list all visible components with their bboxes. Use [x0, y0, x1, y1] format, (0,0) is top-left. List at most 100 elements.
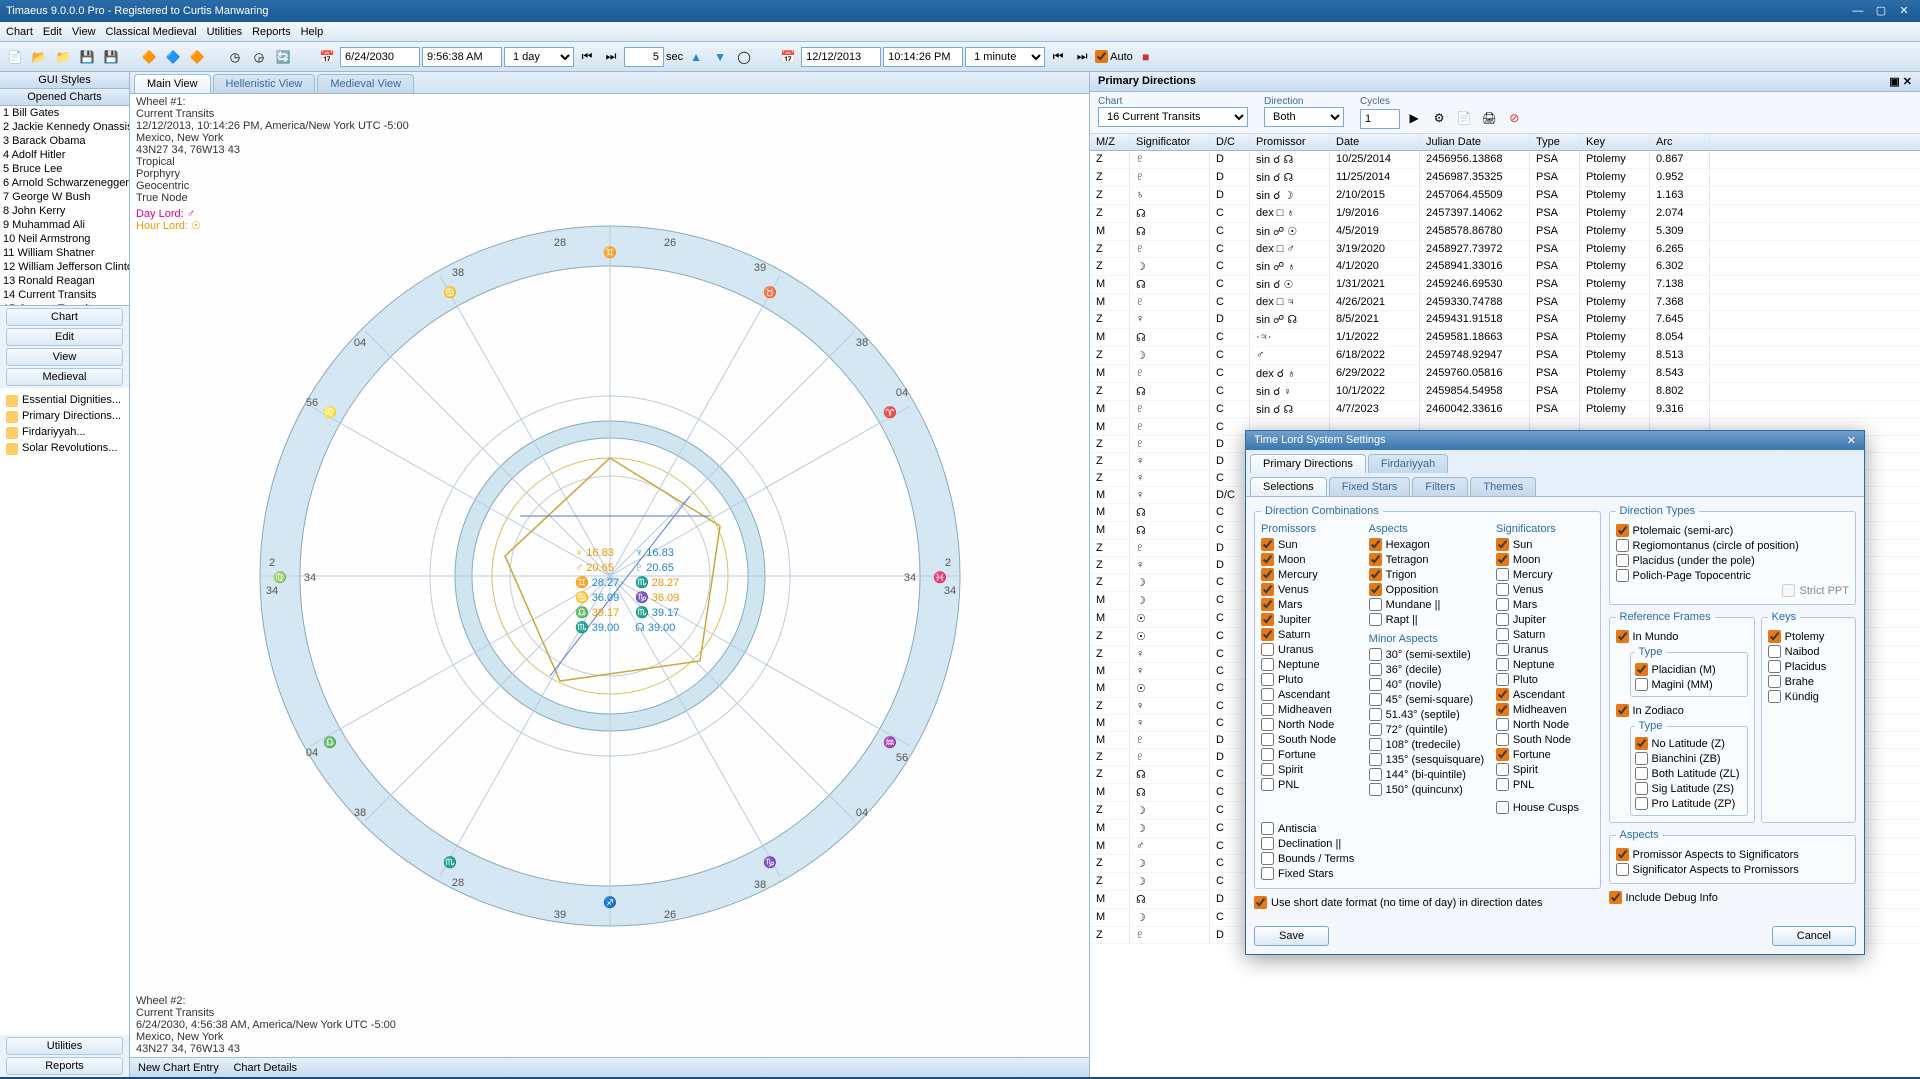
tree-item[interactable]: Primary Directions...	[4, 408, 125, 424]
short-date-checkbox[interactable]: Use short date format (no time of day) i…	[1254, 895, 1601, 910]
chk-fortune[interactable]: Fortune	[1261, 747, 1359, 762]
table-row[interactable]: Z☽Csin ☍ ♁4/1/20202458941.33016PSAPtolem…	[1090, 258, 1920, 276]
list-item[interactable]: 6 Arnold Schwarzenegger	[0, 176, 129, 190]
sidebar-btn-utilities[interactable]: Utilities	[6, 1037, 123, 1055]
chk-51-43---septile-[interactable]: 51.43° (septile)	[1369, 707, 1486, 722]
chk-south-node[interactable]: South Node	[1261, 732, 1359, 747]
chk-both-latitude--zl-[interactable]: Both Latitude (ZL)	[1635, 766, 1743, 781]
chk-bounds---terms[interactable]: Bounds / Terms	[1261, 851, 1594, 866]
sec-input[interactable]	[624, 47, 664, 67]
auto-checkbox[interactable]	[1095, 50, 1108, 63]
chk-pnl[interactable]: PNL	[1261, 777, 1359, 792]
pd-direction-select[interactable]: Both	[1264, 107, 1344, 127]
dlg-tab-primary-directions[interactable]: Primary Directions	[1250, 454, 1366, 473]
table-row[interactable]: M☊Csin ☌ ☉1/31/20212459246.69530PSAPtole…	[1090, 276, 1920, 294]
chk-bianchini--zb-[interactable]: Bianchini (ZB)	[1635, 751, 1743, 766]
chk-rapt---[interactable]: Rapt ||	[1369, 612, 1486, 627]
open-icon[interactable]: 📂	[28, 46, 50, 68]
chk-108---tredecile-[interactable]: 108° (tredecile)	[1369, 737, 1486, 752]
save-icon[interactable]: 💾	[76, 46, 98, 68]
list-item[interactable]: 5 Bruce Lee	[0, 162, 129, 176]
chk-30---semi-sextile-[interactable]: 30° (semi-sextile)	[1369, 647, 1486, 662]
chk-150---quincunx-[interactable]: 150° (quincunx)	[1369, 782, 1486, 797]
chk-midheaven[interactable]: Midheaven	[1261, 702, 1359, 717]
chk-placidian--m-[interactable]: Placidian (M)	[1635, 662, 1743, 677]
list-item[interactable]: 2 Jackie Kennedy Onassis	[0, 120, 129, 134]
table-row[interactable]: Z☊Csin ☌ ♀10/1/20222459854.54958PSAPtole…	[1090, 383, 1920, 401]
sidebar-btn-reports[interactable]: Reports	[6, 1057, 123, 1075]
col-header[interactable]: Date	[1330, 134, 1420, 150]
chk-spirit[interactable]: Spirit	[1496, 762, 1594, 777]
chk-moon[interactable]: Moon	[1496, 552, 1594, 567]
chk-north-node[interactable]: North Node	[1261, 717, 1359, 732]
export-pdf-icon[interactable]: 📄	[1453, 107, 1475, 129]
chk-significator-aspects-to-promissors[interactable]: Significator Aspects to Promissors	[1616, 862, 1850, 877]
chk-hexagon[interactable]: Hexagon	[1369, 537, 1486, 552]
col-header[interactable]: D/C	[1210, 134, 1250, 150]
add-chart-icon[interactable]: 🔶	[138, 46, 160, 68]
saveas-icon[interactable]: 💾	[100, 46, 122, 68]
chk-saturn[interactable]: Saturn	[1496, 627, 1594, 642]
edit-chart-icon[interactable]: 🔷	[162, 46, 184, 68]
chk-uranus[interactable]: Uranus	[1496, 642, 1594, 657]
folder-icon[interactable]: 📁	[52, 46, 74, 68]
chk-36---decile-[interactable]: 36° (decile)	[1369, 662, 1486, 677]
chk-magini--mm-[interactable]: Magini (MM)	[1635, 677, 1743, 692]
chart-tool-icon[interactable]: 🔶	[186, 46, 208, 68]
chk-trigon[interactable]: Trigon	[1369, 567, 1486, 582]
chk-pluto[interactable]: Pluto	[1261, 672, 1359, 687]
record-icon[interactable]: ◯	[733, 46, 755, 68]
calendar-icon[interactable]: 📅	[316, 46, 338, 68]
chk-uranus[interactable]: Uranus	[1261, 642, 1359, 657]
table-row[interactable]: Z♄Dsin ☌ ☽2/10/20152457064.45509PSAPtole…	[1090, 187, 1920, 205]
chk-saturn[interactable]: Saturn	[1261, 627, 1359, 642]
list-item[interactable]: 12 William Jefferson Clinton	[0, 260, 129, 274]
chk-neptune[interactable]: Neptune	[1496, 657, 1594, 672]
print-icon[interactable]: 🖨	[1478, 107, 1500, 129]
date2-input[interactable]	[801, 47, 881, 67]
table-row[interactable]: M♇Cdex ☌ ♁6/29/20222459760.05816PSAPtole…	[1090, 365, 1920, 383]
close-icon[interactable]: ✕	[1894, 0, 1914, 22]
sidebar-btn-edit[interactable]: Edit	[6, 328, 123, 346]
step-back2-icon[interactable]: ⏮	[1047, 46, 1069, 68]
chk-placidus[interactable]: Placidus	[1768, 659, 1849, 674]
run-icon[interactable]: ▶	[1403, 107, 1425, 129]
chk-brahe[interactable]: Brahe	[1768, 674, 1849, 689]
table-row[interactable]: Z☊Cdex □ ♁1/9/20162457397.14062PSAPtolem…	[1090, 205, 1920, 223]
step1-select[interactable]: 1 day	[504, 47, 574, 67]
step-back-icon[interactable]: ⏮	[576, 46, 598, 68]
status-chart-details[interactable]: Chart Details	[233, 1062, 297, 1074]
chk-pro-latitude--zp-[interactable]: Pro Latitude (ZP)	[1635, 796, 1743, 811]
chk-72---quintile-[interactable]: 72° (quintile)	[1369, 722, 1486, 737]
time2-input[interactable]	[883, 47, 963, 67]
step-fwd2-icon[interactable]: ⏭	[1071, 46, 1093, 68]
chk-ptolemy[interactable]: Ptolemy	[1768, 629, 1849, 644]
col-header[interactable]: Significator	[1130, 134, 1210, 150]
menu-reports[interactable]: Reports	[252, 26, 291, 38]
cancel-button[interactable]: Cancel	[1772, 926, 1856, 946]
date1-input[interactable]	[340, 47, 420, 67]
menu-edit[interactable]: Edit	[43, 26, 62, 38]
chk-144---bi-quintile-[interactable]: 144° (bi-quintile)	[1369, 767, 1486, 782]
chk-ascendant[interactable]: Ascendant	[1496, 687, 1594, 702]
chk-regiomontanus--circle-of-position-[interactable]: Regiomontanus (circle of position)	[1616, 538, 1850, 553]
new-icon[interactable]: 📄	[4, 46, 26, 68]
status-new-entry[interactable]: New Chart Entry	[138, 1062, 219, 1074]
menu-classical-medieval[interactable]: Classical Medieval	[106, 26, 197, 38]
col-header[interactable]: M/Z	[1090, 134, 1130, 150]
house-cusps-checkbox[interactable]: House Cusps	[1496, 800, 1594, 815]
cancel-icon[interactable]: ⊘	[1503, 107, 1525, 129]
chk-fortune[interactable]: Fortune	[1496, 747, 1594, 762]
stop-icon[interactable]: ■	[1135, 46, 1157, 68]
chk-venus[interactable]: Venus	[1261, 582, 1359, 597]
table-row[interactable]: M☊Csin ☍ ☉4/5/20192458578.86780PSAPtolem…	[1090, 223, 1920, 241]
step2-select[interactable]: 1 minute	[965, 47, 1045, 67]
chk-jupiter[interactable]: Jupiter	[1261, 612, 1359, 627]
refresh-icon[interactable]: 🔄	[272, 46, 294, 68]
chk-sun[interactable]: Sun	[1261, 537, 1359, 552]
chk-pnl[interactable]: PNL	[1496, 777, 1594, 792]
close-panel-icon[interactable]: ✕	[1903, 76, 1912, 88]
list-item[interactable]: 14 Current Transits	[0, 288, 129, 302]
pd-cycles-input[interactable]	[1360, 109, 1400, 129]
menu-help[interactable]: Help	[301, 26, 324, 38]
